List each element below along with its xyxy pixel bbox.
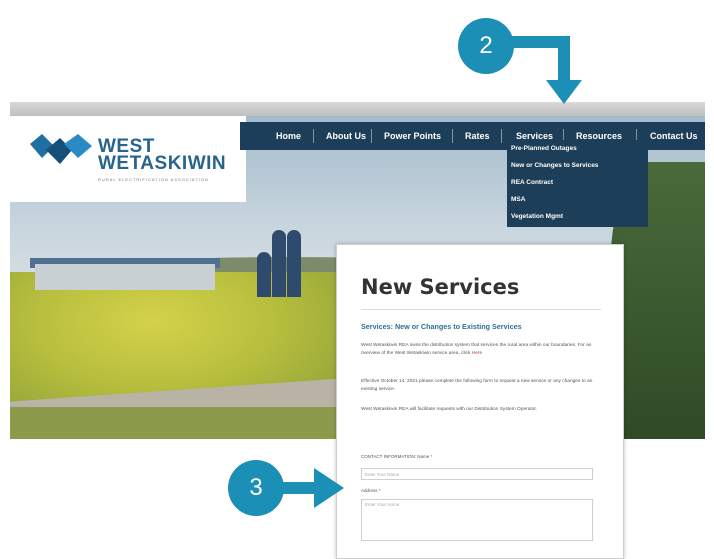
nav-rates[interactable]: Rates: [465, 122, 490, 150]
address-field-label: Address *: [361, 488, 381, 493]
intro-paragraph: West Wetaskiwin REA owns the distributio…: [361, 342, 606, 358]
address-label-text: Address: [361, 488, 378, 493]
silo: [287, 230, 301, 297]
browser-chrome-bar: [10, 102, 705, 116]
nav-divider: [501, 129, 502, 143]
facilitate-paragraph: West Wetaskiwin REA will facilitate requ…: [361, 407, 538, 412]
name-field-label: CONTACT INFORMATION: Name *: [361, 454, 432, 459]
silo: [257, 252, 271, 297]
nav-about-us[interactable]: About Us: [326, 122, 366, 150]
nav-divider: [313, 129, 314, 143]
logo-text-wetaskiwin: WETASKIWIN: [98, 153, 227, 174]
title-divider: [361, 309, 601, 310]
barn: [35, 264, 215, 290]
nav-divider: [371, 129, 372, 143]
nav-home[interactable]: Home: [276, 122, 301, 150]
menu-item-msa[interactable]: MSA: [511, 196, 525, 203]
section-heading: Services: New or Changes to Existing Ser…: [361, 322, 522, 331]
effective-date-paragraph: Effective October 14, 2021 please comple…: [361, 379, 593, 392]
menu-item-vegetation-mgmt[interactable]: Vegetation Mgmt: [511, 213, 563, 220]
logo-tagline: RURAL ELECTRIFICATION ASSOCIATION: [98, 177, 209, 182]
new-services-page-panel: New Services Services: New or Changes to…: [336, 244, 624, 559]
nav-divider: [452, 129, 453, 143]
nav-power-points[interactable]: Power Points: [384, 122, 441, 150]
logo-w-mark-icon: [30, 134, 92, 164]
address-textarea[interactable]: Enter Your Home: [361, 499, 593, 541]
silo: [272, 230, 286, 297]
required-asterisk: *: [378, 488, 381, 493]
page-title: New Services: [361, 275, 520, 299]
site-logo[interactable]: WEST WETASKIWIN RURAL ELECTRIFICATION AS…: [10, 116, 246, 202]
menu-item-pre-planned-outages[interactable]: Pre-Planned Outages: [511, 145, 577, 152]
nav-contact-us[interactable]: Contact Us: [650, 122, 698, 150]
required-asterisk: *: [430, 454, 433, 459]
services-dropdown-menu: Pre-Planned Outages New or Changes to Se…: [507, 140, 648, 227]
name-label-text: CONTACT INFORMATION: Name: [361, 454, 430, 459]
service-area-link[interactable]: Here: [472, 351, 482, 356]
menu-item-rea-contract[interactable]: REA Contract: [511, 179, 553, 186]
name-input[interactable]: Enter Your Name: [361, 468, 593, 480]
step-2-arrow-icon: [506, 36, 582, 104]
step-3-arrow-icon: [278, 468, 344, 508]
step-3-callout-badge: 3: [228, 460, 284, 516]
menu-item-new-or-changes-to-services[interactable]: New or Changes to Services: [511, 162, 598, 169]
